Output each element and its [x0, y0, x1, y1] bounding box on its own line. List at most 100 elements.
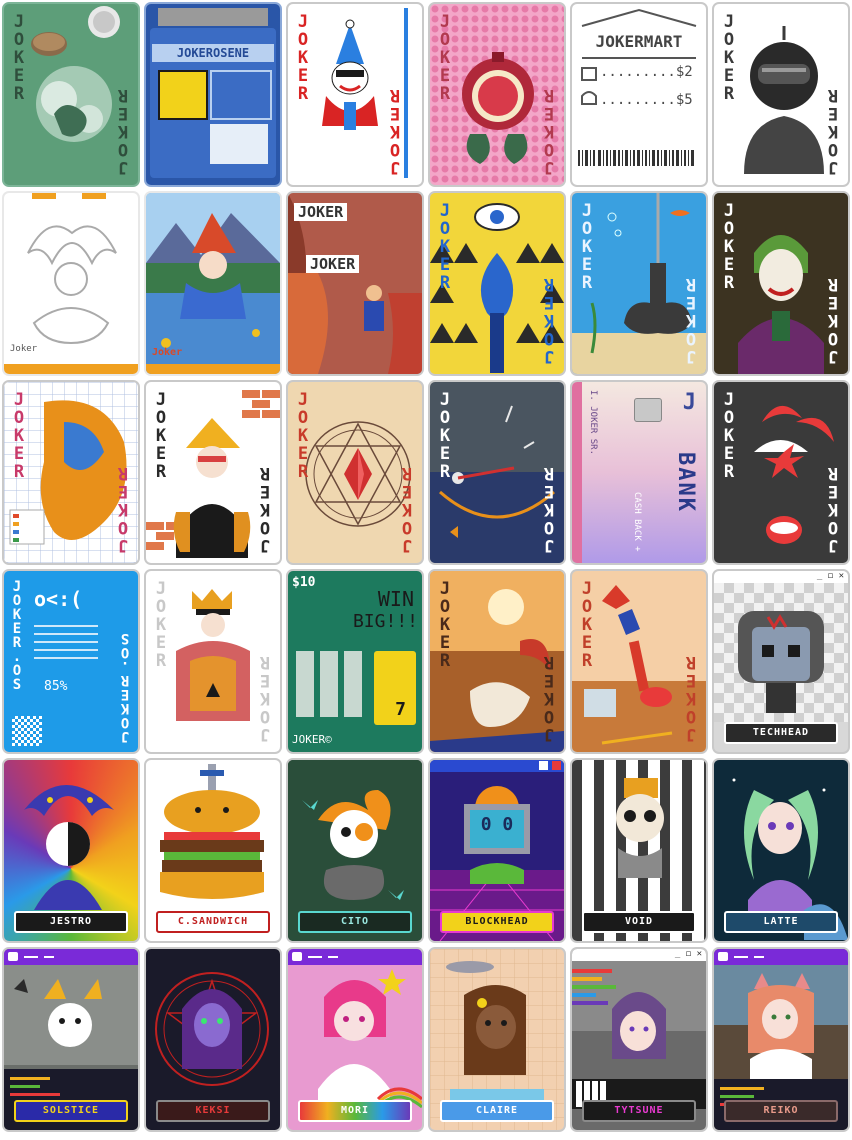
card-joker-villain[interactable]: JOKER JOKER — [712, 191, 850, 376]
card-label-top: JOKER — [577, 201, 597, 291]
card-joker-map[interactable]: JOKER JOKER — [2, 380, 140, 565]
price-value: $2 — [675, 64, 693, 80]
card-tytsune[interactable]: _ ◻ ✕ TYTSUNE — [570, 947, 708, 1132]
card-label-top: JOKER — [719, 12, 739, 102]
character-nameplate: TYTSUNE — [582, 1100, 696, 1122]
card-joker-stage[interactable]: JOKER JOKER — [286, 191, 424, 376]
character-nameplate: TECHHEAD — [724, 722, 838, 744]
label-text-block — [210, 124, 268, 164]
big-text: BIG!!! — [352, 611, 418, 632]
card-joker-crystal[interactable]: JOKER JOKER — [286, 380, 424, 565]
character-nameplate: C.SANDWICH — [156, 911, 270, 933]
card-joker-pomegranate[interactable]: JOKER JOKER — [428, 2, 566, 187]
character-nameplate: REIKO — [724, 1100, 838, 1122]
card-jestro[interactable]: JESTRO — [2, 758, 140, 943]
card-stripe — [572, 382, 582, 563]
card-label-bottom: JOKER — [255, 654, 275, 744]
card-label-top: JOKER — [577, 579, 597, 669]
can-cap — [158, 8, 268, 26]
character-nameplate: CITO — [298, 911, 412, 933]
price-row-2: .........$5 — [600, 92, 693, 108]
card-joker-outline[interactable]: Joker — [2, 191, 140, 376]
chip-icon — [634, 398, 662, 422]
card-label-bottom: JOKER — [823, 465, 843, 555]
card-joker-os[interactable]: JOKER.OS JOKER.OS o<:( 85% — [2, 569, 140, 754]
card-joker-bricks[interactable]: JOKER JOKER — [144, 380, 282, 565]
card-label-bottom: JOKER — [397, 465, 417, 555]
card-label-bottom: JOKER — [539, 465, 559, 555]
card-joker-helmet[interactable]: JOKER JOKER — [712, 2, 850, 187]
card-jokerosene[interactable]: JOKEROSENE — [144, 2, 282, 187]
card-label-bottom: JOKER — [113, 465, 133, 555]
qr-code-icon — [12, 716, 42, 746]
stage-sign-top: JOKER — [294, 203, 348, 221]
product-title: JOKEROSENE — [152, 44, 274, 62]
card-label-top: JOKER.OS — [9, 579, 25, 691]
ticket-price: $10 — [292, 575, 316, 590]
card-label-bottom: JOKER — [823, 276, 843, 366]
card-solstice[interactable]: SOLSTICE — [2, 947, 140, 1132]
card-label-top: JOKER — [293, 390, 313, 480]
card-keksi[interactable]: KEKSI — [144, 947, 282, 1132]
error-lines — [34, 625, 98, 665]
card-label-top: JOKER — [435, 579, 455, 669]
character-nameplate: LATTE — [724, 911, 838, 933]
price-value: $5 — [675, 92, 693, 108]
card-label-top: JOKER — [435, 201, 455, 291]
card-label-bottom: JOKER — [823, 87, 843, 177]
card-blockhead[interactable]: 0 0 BLOCKHEAD — [428, 758, 566, 943]
card-label-top: JOKER — [151, 579, 171, 669]
card-label-bottom: JOKER — [113, 87, 133, 177]
card-techhead[interactable]: _ ◻ ✕ TECHHEAD — [712, 569, 850, 754]
character-nameplate: SOLSTICE — [14, 1100, 128, 1122]
card-c-sandwich[interactable]: C.SANDWICH — [144, 758, 282, 943]
frame-bottom-bar — [146, 364, 280, 374]
card-label-bottom: JOKER — [385, 87, 405, 177]
win-text: WIN — [377, 587, 414, 611]
card-label-bottom: JOKER — [681, 276, 701, 366]
card-joker-lake[interactable]: Joker — [144, 191, 282, 376]
card-joker-parachute[interactable]: JOKER JOKER — [712, 380, 850, 565]
card-latte[interactable]: LATTE — [712, 758, 850, 943]
card-jbank[interactable]: I. JOKER SR. J BANK CASH BACK + — [570, 380, 708, 565]
card-cito[interactable]: CITO — [286, 758, 424, 943]
store-title: JOKERMART — [595, 32, 683, 51]
card-label-top: JOKER — [9, 390, 29, 480]
seven-symbol: 7 — [395, 699, 406, 720]
card-label-bottom: JOKER — [539, 654, 559, 744]
character-nameplate: CLAIRE — [440, 1100, 554, 1122]
card-label-bottom: JOKER — [255, 465, 275, 555]
card-label-bottom: JOKER — [681, 654, 701, 744]
card-claire[interactable]: CLAIRE — [428, 947, 566, 1132]
card-label-bottom: JOKER.OS — [117, 632, 133, 744]
card-void[interactable]: VOID — [570, 758, 708, 943]
bank-logo-icon: J — [682, 390, 696, 415]
card-joker-table[interactable]: JOKER JOKER — [570, 569, 708, 754]
cashback-label: CASH BACK + — [632, 492, 642, 552]
character-nameplate: KEKSI — [156, 1100, 270, 1122]
price-dots: ......... — [600, 92, 676, 108]
character-nameplate: MORI — [298, 1100, 412, 1122]
card-joker-anchor[interactable]: JOKER JOKER — [570, 191, 708, 376]
card-joker-classic[interactable]: JOKER JOKER — [286, 2, 424, 187]
character-nameplate: JESTRO — [14, 911, 128, 933]
card-label-top: JOKER — [9, 12, 29, 102]
card-joker-gauge[interactable]: JOKER JOKER — [428, 380, 566, 565]
card-joker-desert[interactable]: JOKER JOKER — [428, 569, 566, 754]
card-joker-salt[interactable]: JOKER JOKER — [2, 2, 140, 187]
card-mori[interactable]: MORI — [286, 947, 424, 1132]
card-label-bottom: JOKER — [539, 276, 559, 366]
card-label-bottom: JOKER — [539, 87, 559, 177]
logo-box — [210, 70, 272, 120]
card-jokermart[interactable]: JOKERMART ......... $2 .........$5 — [570, 2, 708, 187]
card-joker-scratch[interactable]: $10 WIN BIG!!! 7 JOKER© — [286, 569, 424, 754]
ticket-footer: JOKER© — [292, 733, 332, 746]
card-reiko[interactable]: REIKO — [712, 947, 850, 1132]
monitor-face: 0 0 — [480, 814, 514, 835]
outline-caption: Joker — [10, 344, 38, 354]
card-joker-eye[interactable]: JOKER JOKER — [428, 191, 566, 376]
stage-sign-bottom: JOKER — [306, 255, 360, 273]
progress-percent: 85% — [44, 679, 68, 694]
card-joker-mosaic[interactable]: JOKER JOKER — [144, 569, 282, 754]
card-label-top: JOKER — [719, 390, 739, 480]
